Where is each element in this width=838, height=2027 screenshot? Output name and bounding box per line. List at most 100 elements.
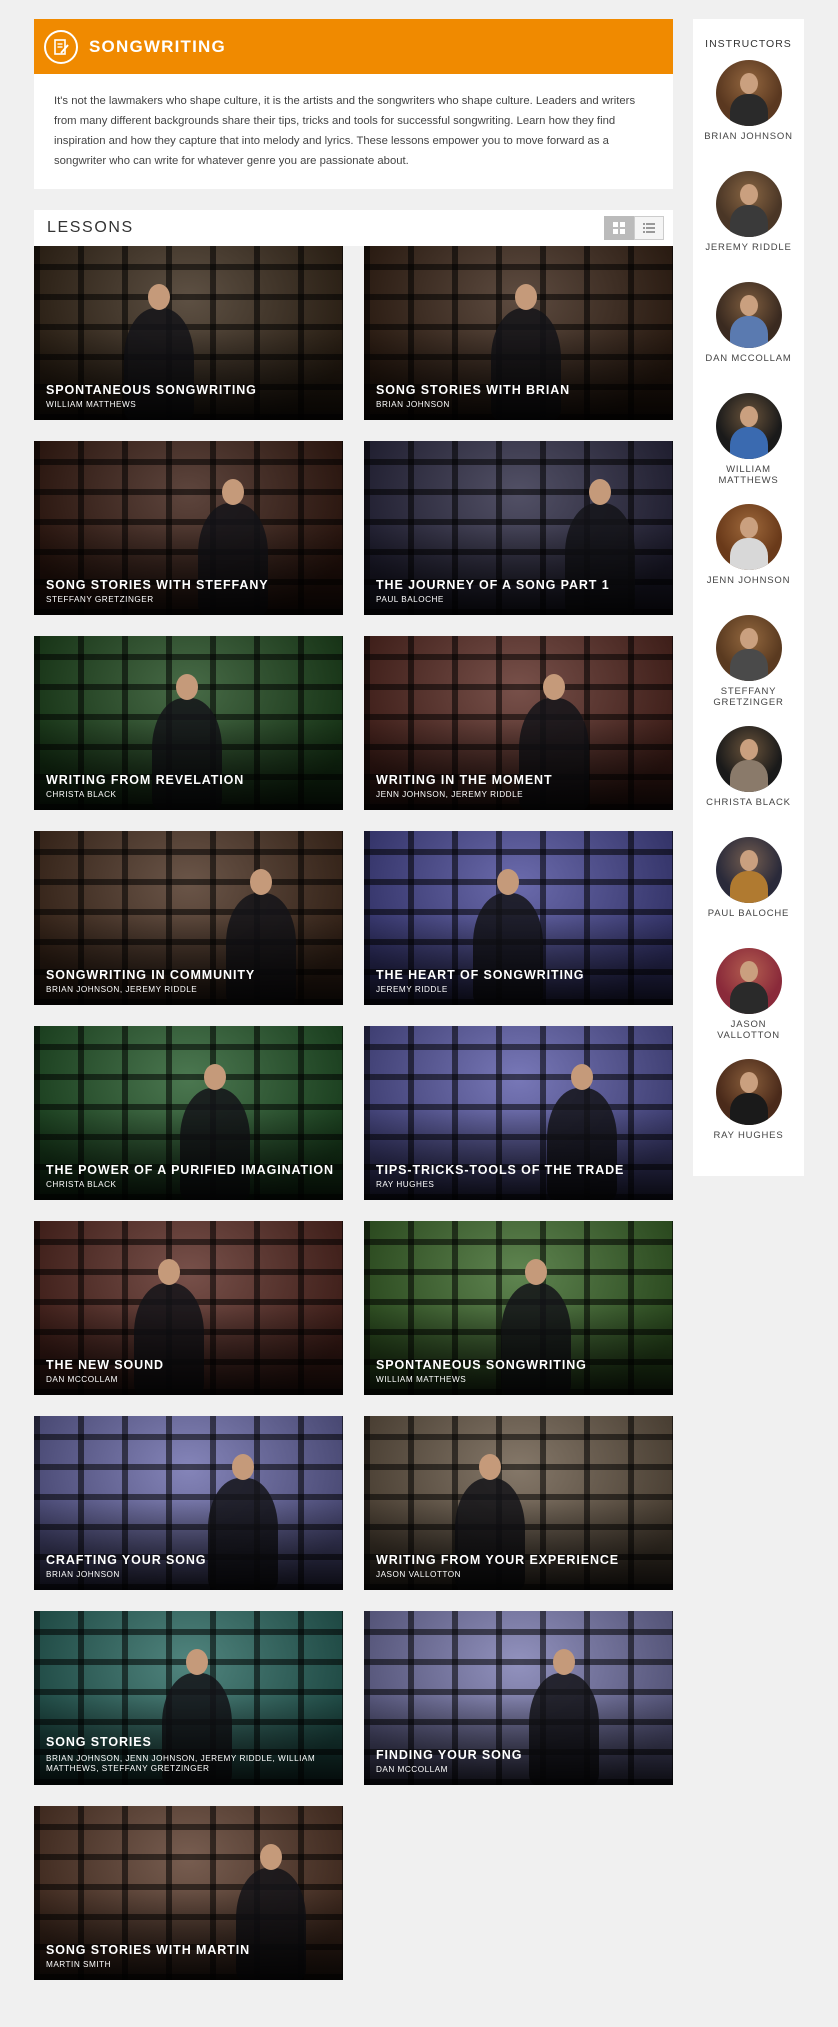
instructor-name: WILLIAM MATTHEWS bbox=[718, 464, 779, 486]
lesson-instructor: BRIAN JOHNSON, JENN JOHNSON, JEREMY RIDD… bbox=[46, 1754, 316, 1773]
lesson-title: CRAFTING YOUR SONG bbox=[46, 1553, 207, 1567]
lesson-instructor: JENN JOHNSON, JEREMY RIDDLE bbox=[376, 790, 524, 799]
category-title: SONGWRITING bbox=[89, 36, 226, 56]
speaker-head bbox=[543, 674, 565, 700]
speaker-head bbox=[232, 1454, 254, 1480]
lesson-instructor: RAY HUGHES bbox=[376, 1180, 435, 1189]
lesson-card[interactable]: SONGWRITING IN COMMUNITY BRIAN JOHNSON, J… bbox=[34, 831, 343, 1005]
lesson-instructor: DAN MCCOLLAM bbox=[376, 1765, 448, 1774]
lesson-instructor: JASON VALLOTTON bbox=[376, 1570, 461, 1579]
avatar bbox=[715, 1059, 782, 1125]
speaker-head bbox=[515, 284, 537, 310]
category-description: It's not the lawmakers who shape culture… bbox=[34, 74, 673, 189]
lesson-card[interactable]: SONG STORIES WITH BRIAN BRIAN JOHNSON bbox=[364, 246, 673, 420]
speaker-head bbox=[250, 869, 272, 895]
lesson-instructor: BRIAN JOHNSON, JEREMY RIDDLE bbox=[46, 985, 198, 994]
instructor-item[interactable]: PAUL BALOCHE bbox=[693, 837, 804, 919]
lesson-title: THE POWER OF A PURIFIED IMAGINATION bbox=[46, 1163, 334, 1177]
lesson-instructor: WILLIAM MATTHEWS bbox=[376, 1375, 467, 1384]
avatar bbox=[715, 837, 782, 903]
lesson-title: WRITING FROM YOUR EXPERIENCE bbox=[376, 1553, 620, 1567]
lesson-card[interactable]: SONG STORIES WITH STEFFANY STEFFANY GRETZ… bbox=[34, 441, 343, 615]
instructor-name: DAN MCCOLLAM bbox=[705, 353, 792, 364]
lesson-card[interactable]: THE POWER OF A PURIFIED IMAGINATION CHRIS… bbox=[34, 1026, 343, 1200]
lesson-card[interactable]: WRITING FROM REVELATION CHRISTA BLACK bbox=[34, 636, 343, 810]
lesson-card[interactable]: TIPS-TRICKS-TOOLS OF THE TRADE RAY HUGHES bbox=[364, 1026, 673, 1200]
lesson-title: TIPS-TRICKS-TOOLS OF THE TRADE bbox=[376, 1163, 625, 1177]
lesson-title: WRITING FROM REVELATION bbox=[46, 773, 245, 787]
instructor-item[interactable]: DAN MCCOLLAM bbox=[693, 282, 804, 364]
lesson-card[interactable]: WRITING FROM YOUR EXPERIENCE JASON VALLOT… bbox=[364, 1416, 673, 1590]
lesson-card[interactable]: SONG STORIES BRIAN JOHNSON, JENN JOHNSON,… bbox=[34, 1611, 343, 1785]
instructor-item[interactable]: JEREMY RIDDLE bbox=[693, 171, 804, 253]
lesson-card[interactable]: SPONTANEOUS SONGWRITING WILLIAM MATTHEWS bbox=[364, 1221, 673, 1395]
instructors-sidebar: INSTRUCTORS BRIAN JOHNSON JEREMY RIDDLE DA… bbox=[693, 19, 804, 1176]
lesson-title: THE NEW SOUND bbox=[46, 1358, 164, 1372]
lesson-card[interactable]: THE HEART OF SONGWRITING JEREMY RIDDLE bbox=[364, 831, 673, 1005]
lesson-instructor: CHRISTA BLACK bbox=[46, 1180, 117, 1189]
avatar bbox=[715, 393, 782, 459]
instructor-name: JEREMY RIDDLE bbox=[705, 242, 792, 253]
lesson-title: FINDING YOUR SONG bbox=[376, 1748, 523, 1762]
lesson-title: SPONTANEOUS SONGWRITING bbox=[46, 383, 257, 397]
lesson-instructor: BRIAN JOHNSON bbox=[46, 1570, 120, 1579]
avatar bbox=[715, 726, 782, 792]
speaker-head bbox=[553, 1649, 575, 1675]
instructor-name: RAY HUGHES bbox=[713, 1130, 784, 1141]
speaker-head bbox=[525, 1259, 547, 1285]
instructor-item[interactable]: STEFFANY GRETZINGER bbox=[693, 615, 804, 708]
lesson-title: SONG STORIES WITH BRIAN bbox=[376, 383, 571, 397]
avatar bbox=[715, 504, 782, 570]
list-view-icon[interactable] bbox=[634, 216, 664, 240]
lesson-title: THE JOURNEY OF A SONG PART 1 bbox=[376, 578, 610, 592]
lesson-instructor: STEFFANY GRETZINGER bbox=[46, 595, 154, 604]
instructor-item[interactable]: WILLIAM MATTHEWS bbox=[693, 393, 804, 486]
speaker-head bbox=[148, 284, 170, 310]
lesson-title: SPONTANEOUS SONGWRITING bbox=[376, 1358, 587, 1372]
lesson-instructor: PAUL BALOCHE bbox=[376, 595, 444, 604]
instructor-name: CHRISTA BLACK bbox=[706, 797, 791, 808]
notepad-pencil-icon bbox=[44, 29, 78, 64]
lesson-card[interactable]: CRAFTING YOUR SONG BRIAN JOHNSON bbox=[34, 1416, 343, 1590]
lesson-card[interactable]: SPONTANEOUS SONGWRITING WILLIAM MATTHEWS bbox=[34, 246, 343, 420]
lesson-title: THE HEART OF SONGWRITING bbox=[376, 968, 585, 982]
instructor-name: JENN JOHNSON bbox=[706, 575, 791, 586]
instructor-name: STEFFANY GRETZINGER bbox=[713, 686, 784, 708]
avatar bbox=[715, 171, 782, 237]
instructor-item[interactable]: JENN JOHNSON bbox=[693, 504, 804, 586]
instructor-item[interactable]: RAY HUGHES bbox=[693, 1059, 804, 1141]
instructor-item[interactable]: CHRISTA BLACK bbox=[693, 726, 804, 808]
lesson-instructor: BRIAN JOHNSON bbox=[376, 400, 450, 409]
view-toggle bbox=[604, 216, 664, 240]
lessons-bar: LESSONS bbox=[34, 210, 673, 246]
lesson-instructor: DAN MCCOLLAM bbox=[46, 1375, 118, 1384]
instructor-name: PAUL BALOCHE bbox=[707, 908, 790, 919]
lesson-card[interactable]: WRITING IN THE MOMENT JENN JOHNSON, JEREM… bbox=[364, 636, 673, 810]
grid-view-icon[interactable] bbox=[604, 216, 634, 240]
lesson-card[interactable]: SONG STORIES WITH MARTIN MARTIN SMITH bbox=[34, 1806, 343, 1980]
instructor-item[interactable]: BRIAN JOHNSON bbox=[693, 60, 804, 142]
lesson-instructor: JEREMY RIDDLE bbox=[376, 985, 448, 994]
instructors-title: INSTRUCTORS bbox=[705, 38, 792, 50]
speaker-head bbox=[204, 1064, 226, 1090]
avatar bbox=[715, 615, 782, 681]
lessons-title: LESSONS bbox=[47, 219, 134, 236]
avatar bbox=[715, 948, 782, 1014]
lesson-card[interactable]: FINDING YOUR SONG DAN MCCOLLAM bbox=[364, 1611, 673, 1785]
lesson-instructor: MARTIN SMITH bbox=[46, 1960, 111, 1969]
lesson-card[interactable]: THE JOURNEY OF A SONG PART 1 PAUL BALOCHE bbox=[364, 441, 673, 615]
lesson-title: SONGWRITING IN COMMUNITY bbox=[46, 968, 256, 982]
speaker-head bbox=[176, 674, 198, 700]
lesson-title: SONG STORIES bbox=[46, 1735, 152, 1749]
speaker-head bbox=[158, 1259, 180, 1285]
lesson-card[interactable]: THE NEW SOUND DAN MCCOLLAM bbox=[34, 1221, 343, 1395]
avatar bbox=[715, 282, 782, 348]
lesson-instructor: CHRISTA BLACK bbox=[46, 790, 117, 799]
speaker-head bbox=[479, 1454, 501, 1480]
lesson-title: SONG STORIES WITH STEFFANY bbox=[46, 578, 269, 592]
instructor-name: BRIAN JOHNSON bbox=[704, 131, 793, 142]
main-column: SONGWRITING It's not the lawmakers who s… bbox=[34, 19, 673, 1980]
instructor-item[interactable]: JASON VALLOTTON bbox=[693, 948, 804, 1041]
speaker-head bbox=[260, 1844, 282, 1870]
speaker-head bbox=[497, 869, 519, 895]
